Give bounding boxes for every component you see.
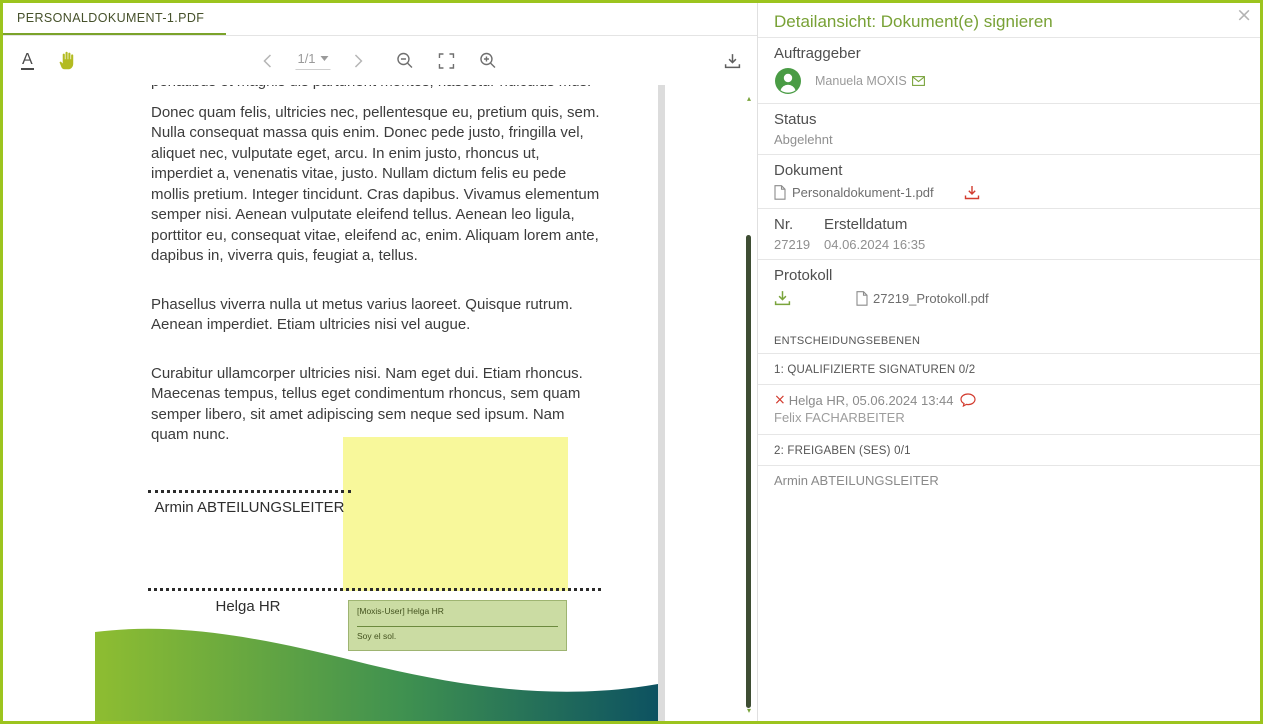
zoom-out-icon	[397, 52, 414, 69]
level-1-entry-text: Helga HR, 05.06.2024 13:44	[789, 393, 954, 408]
section-meta: Nr. Erstelldatum 27219 04.06.2024 16:35	[758, 209, 1260, 260]
close-icon[interactable]: ×	[1236, 4, 1252, 26]
page-indicator-value: 1/1	[297, 51, 315, 66]
pdf-page: penatibus et magnis dis parturient monte…	[95, 85, 665, 721]
erstelldatum-label: Erstelldatum	[824, 216, 1244, 233]
signature-line-2	[148, 588, 601, 591]
avatar	[774, 67, 802, 95]
document-paragraph: Donec quam felis, ultricies nec, pellent…	[151, 103, 603, 267]
page-indicator-dropdown[interactable]: 1/1	[295, 51, 330, 70]
nr-label: Nr.	[774, 216, 824, 233]
status-label: Status	[774, 111, 1244, 128]
signature-stamp-note: Soy el sol.	[349, 627, 566, 641]
mail-icon[interactable]	[912, 76, 925, 86]
zoom-out-button[interactable]	[397, 52, 414, 69]
text-annotation-tool-button[interactable]: A	[21, 51, 34, 70]
level-2-entry: Armin ABTEILUNGSLEITER	[758, 466, 1260, 497]
level-2-header: 2: FREIGABEN (SES) 0/1	[758, 435, 1260, 466]
fullscreen-icon	[438, 52, 456, 70]
level-1-header: 1: QUALIFIZIERTE SIGNATUREN 0/2	[758, 354, 1260, 385]
pdf-viewer: PERSONALDOKUMENT-1.PDF A 1/1	[3, 3, 757, 721]
dokument-filename: Personaldokument-1.pdf	[792, 185, 934, 200]
signature-stamp: [Moxis-User] Helga HR Soy el sol.	[348, 600, 567, 651]
hand-icon	[58, 50, 79, 71]
document-text: penatibus et magnis dis parturient monte…	[95, 85, 658, 446]
section-auftraggeber: Auftraggeber Manuela MOXIS	[758, 38, 1260, 104]
section-dokument: Dokument Personaldokument-1.pdf	[758, 155, 1260, 209]
fit-to-screen-button[interactable]	[438, 52, 456, 70]
zoom-in-button[interactable]	[480, 52, 497, 69]
level-2-entry-text: Armin ABTEILUNGSLEITER	[774, 473, 939, 488]
signature-field-highlight[interactable]	[343, 437, 568, 591]
chevron-down-icon	[321, 56, 329, 61]
comment-bubble-icon[interactable]	[960, 393, 976, 407]
section-protokoll: Protokoll 27219_Protokoll.pdf	[758, 260, 1260, 315]
viewer-toolbar: A 1/1	[3, 36, 757, 85]
erstelldatum-value: 04.06.2024 16:35	[824, 237, 1244, 252]
document-paragraph-clipped: penatibus et magnis dis parturient monte…	[151, 85, 603, 93]
panel-title: Detailansicht: Dokument(e) signieren	[774, 12, 1244, 32]
detail-panel-header: Detailansicht: Dokument(e) signieren ×	[758, 3, 1260, 38]
rejected-icon: ×	[774, 392, 786, 408]
section-status: Status Abgelehnt	[758, 104, 1260, 155]
document-tabbar: PERSONALDOKUMENT-1.PDF	[3, 3, 757, 36]
scroll-up-icon[interactable]: ▴	[743, 95, 755, 103]
protokoll-file-link[interactable]: 27219_Protokoll.pdf	[856, 291, 989, 306]
dokument-label: Dokument	[774, 162, 1244, 179]
next-page-button[interactable]	[355, 54, 363, 68]
signature-line-1-label: Armin ABTEILUNGSLEITER	[148, 499, 351, 516]
document-paragraph: Phasellus viverra nulla ut metus varius …	[151, 295, 603, 336]
vertical-scrollbar[interactable]: ▴ ▾	[743, 85, 755, 721]
status-value: Abgelehnt	[774, 132, 1244, 147]
zoom-in-icon	[480, 52, 497, 69]
tab-personaldokument[interactable]: PERSONALDOKUMENT-1.PDF	[3, 3, 226, 35]
document-file-icon	[856, 291, 868, 306]
signature-line-1	[148, 490, 351, 493]
detail-panel: Detailansicht: Dokument(e) signieren × A…	[757, 3, 1260, 721]
hand-pan-tool-button[interactable]	[58, 50, 79, 71]
level-1-entry-sub: Felix FACHARBEITER	[774, 410, 1244, 425]
scrollbar-thumb[interactable]	[746, 235, 751, 708]
pdf-file-icon	[774, 185, 786, 200]
download-dokument-icon[interactable]	[964, 185, 980, 200]
moxis-app-window: PERSONALDOKUMENT-1.PDF A 1/1	[0, 0, 1263, 724]
download-protokoll-icon[interactable]	[774, 290, 791, 306]
signature-line-2-label: Helga HR	[148, 598, 348, 615]
level-1-entry: × Helga HR, 05.06.2024 13:44 Felix FACHA…	[758, 385, 1260, 435]
document-paragraph: Curabitur ullamcorper ultricies nisi. Na…	[151, 364, 603, 446]
auftraggeber-label: Auftraggeber	[774, 45, 1244, 62]
pdf-scroll-area: penatibus et magnis dis parturient monte…	[3, 85, 757, 721]
protokoll-filename: 27219_Protokoll.pdf	[873, 291, 989, 306]
download-document-button[interactable]	[724, 53, 741, 69]
entscheidungsebenen-header: ENTSCHEIDUNGSEBENEN	[758, 315, 1260, 354]
auftraggeber-name: Manuela MOXIS	[815, 74, 907, 88]
chevron-right-icon	[355, 54, 363, 68]
signature-stamp-user: [Moxis-User] Helga HR	[349, 601, 566, 616]
protokoll-label: Protokoll	[774, 267, 1244, 284]
nr-value: 27219	[774, 237, 824, 252]
download-icon	[724, 53, 741, 69]
chevron-left-icon	[263, 54, 271, 68]
previous-page-button[interactable]	[263, 54, 271, 68]
scroll-down-icon[interactable]: ▾	[743, 707, 755, 715]
